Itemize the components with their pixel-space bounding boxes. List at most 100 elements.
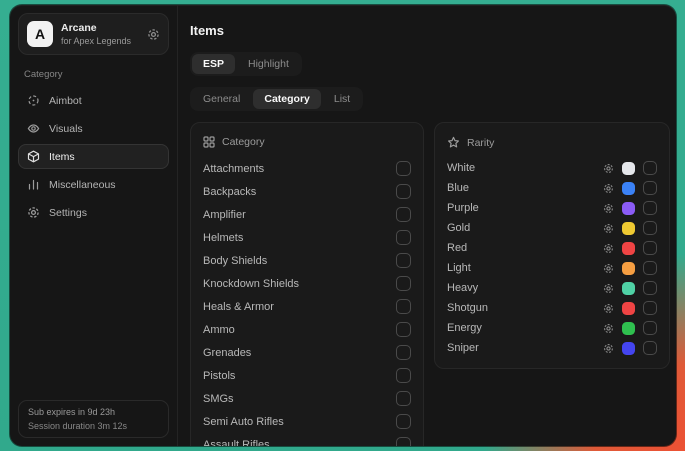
- rarity-settings-gear-icon[interactable]: [603, 183, 614, 194]
- rarity-row: White: [447, 158, 657, 178]
- rarity-checkbox[interactable]: [643, 161, 657, 175]
- rarity-color-swatch[interactable]: [622, 262, 635, 275]
- sidebar-item-label: Items: [49, 151, 75, 163]
- category-checkbox[interactable]: [396, 253, 411, 268]
- rarity-checkbox[interactable]: [643, 181, 657, 195]
- rarity-color-swatch[interactable]: [622, 302, 635, 315]
- rarity-settings-gear-icon[interactable]: [603, 303, 614, 314]
- gear-icon: [27, 206, 40, 219]
- crosshair-icon: [27, 94, 40, 107]
- category-checkbox[interactable]: [396, 299, 411, 314]
- brand-text: Arcane for Apex Legends: [61, 22, 131, 46]
- rarity-checkbox[interactable]: [643, 321, 657, 335]
- category-checkbox[interactable]: [396, 207, 411, 222]
- rarity-checkbox[interactable]: [643, 201, 657, 215]
- category-row: Heals & Armor: [203, 295, 411, 318]
- sidebar-item-items[interactable]: Items: [18, 144, 169, 169]
- rarity-row: Sniper: [447, 338, 657, 358]
- rarity-settings-gear-icon[interactable]: [603, 263, 614, 274]
- sidebar-item-aimbot[interactable]: Aimbot: [18, 88, 169, 113]
- category-row: Helmets: [203, 226, 411, 249]
- rarity-checkbox[interactable]: [643, 301, 657, 315]
- rarity-color-swatch[interactable]: [622, 242, 635, 255]
- rarity-settings-gear-icon[interactable]: [603, 203, 614, 214]
- rarity-row: Heavy: [447, 278, 657, 298]
- category-row-label: Knockdown Shields: [203, 278, 299, 290]
- rarity-checkbox[interactable]: [643, 241, 657, 255]
- rarity-color-swatch[interactable]: [622, 222, 635, 235]
- session-duration-text: Session duration 3m 12s: [28, 421, 159, 431]
- category-checkbox[interactable]: [396, 161, 411, 176]
- items-tabs: GeneralCategoryList: [190, 87, 363, 111]
- rarity-checkbox[interactable]: [643, 261, 657, 275]
- rarity-row-label: Light: [447, 262, 471, 274]
- rarity-row: Purple: [447, 198, 657, 218]
- rarity-color-swatch[interactable]: [622, 282, 635, 295]
- sidebar-item-label: Settings: [49, 207, 87, 219]
- page-title: Items: [190, 23, 670, 38]
- panels-row: Category Attachments Backpacks Amplifier…: [190, 122, 670, 446]
- category-row-label: Amplifier: [203, 209, 246, 221]
- category-row-label: SMGs: [203, 393, 234, 405]
- sidebar-nav: Aimbot Visuals Items Miscellaneous Setti…: [18, 88, 169, 225]
- rarity-row-label: Purple: [447, 202, 479, 214]
- mode-button-highlight[interactable]: Highlight: [237, 54, 300, 74]
- rarity-color-swatch[interactable]: [622, 322, 635, 335]
- brand-card: A Arcane for Apex Legends: [18, 13, 169, 55]
- category-checkbox[interactable]: [396, 276, 411, 291]
- category-row-label: Grenades: [203, 347, 251, 359]
- rarity-checkbox[interactable]: [643, 281, 657, 295]
- rarity-row-label: Blue: [447, 182, 469, 194]
- rarity-settings-gear-icon[interactable]: [603, 223, 614, 234]
- grid-icon: [203, 136, 215, 148]
- category-checkbox[interactable]: [396, 437, 411, 446]
- rarity-row-label: Heavy: [447, 282, 478, 294]
- esp-mode-toggle: ESPHighlight: [190, 52, 302, 76]
- main-content: Items ESPHighlight GeneralCategoryList C…: [178, 5, 676, 446]
- category-checkbox[interactable]: [396, 391, 411, 406]
- category-list: Attachments Backpacks Amplifier Helmets …: [203, 157, 411, 446]
- sidebar-item-visuals[interactable]: Visuals: [18, 116, 169, 141]
- rarity-settings-gear-icon[interactable]: [603, 323, 614, 334]
- category-checkbox[interactable]: [396, 345, 411, 360]
- category-row-label: Pistols: [203, 370, 235, 382]
- category-row-label: Attachments: [203, 163, 264, 175]
- rarity-color-swatch[interactable]: [622, 162, 635, 175]
- sidebar-item-settings[interactable]: Settings: [18, 200, 169, 225]
- rarity-color-swatch[interactable]: [622, 202, 635, 215]
- rarity-panel-title: Rarity: [467, 137, 494, 149]
- rarity-checkbox[interactable]: [643, 221, 657, 235]
- session-info-card: Sub expires in 9d 23h Session duration 3…: [18, 400, 169, 438]
- rarity-color-swatch[interactable]: [622, 182, 635, 195]
- rarity-checkbox[interactable]: [643, 341, 657, 355]
- cube-icon: [27, 150, 40, 163]
- mode-button-esp[interactable]: ESP: [192, 54, 235, 74]
- category-row: SMGs: [203, 387, 411, 410]
- sidebar-item-miscellaneous[interactable]: Miscellaneous: [18, 172, 169, 197]
- category-row: Pistols: [203, 364, 411, 387]
- bars-icon: [27, 178, 40, 191]
- tab-general[interactable]: General: [192, 89, 251, 109]
- sidebar-item-label: Miscellaneous: [49, 179, 116, 191]
- gear-icon[interactable]: [147, 28, 160, 41]
- category-checkbox[interactable]: [396, 184, 411, 199]
- sidebar-item-label: Visuals: [49, 123, 83, 135]
- rarity-row-label: Sniper: [447, 342, 479, 354]
- category-checkbox[interactable]: [396, 368, 411, 383]
- rarity-settings-gear-icon[interactable]: [603, 343, 614, 354]
- rarity-settings-gear-icon[interactable]: [603, 243, 614, 254]
- category-checkbox[interactable]: [396, 322, 411, 337]
- rarity-settings-gear-icon[interactable]: [603, 283, 614, 294]
- rarity-settings-gear-icon[interactable]: [603, 163, 614, 174]
- category-checkbox[interactable]: [396, 414, 411, 429]
- rarity-row-label: Red: [447, 242, 467, 254]
- rarity-row: Shotgun: [447, 298, 657, 318]
- tab-list[interactable]: List: [323, 89, 361, 109]
- app-name: Arcane: [61, 22, 131, 34]
- category-row: Backpacks: [203, 180, 411, 203]
- app-logo: A: [27, 21, 53, 47]
- tab-category[interactable]: Category: [253, 89, 321, 109]
- rarity-color-swatch[interactable]: [622, 342, 635, 355]
- category-panel-header: Category: [203, 131, 411, 157]
- category-checkbox[interactable]: [396, 230, 411, 245]
